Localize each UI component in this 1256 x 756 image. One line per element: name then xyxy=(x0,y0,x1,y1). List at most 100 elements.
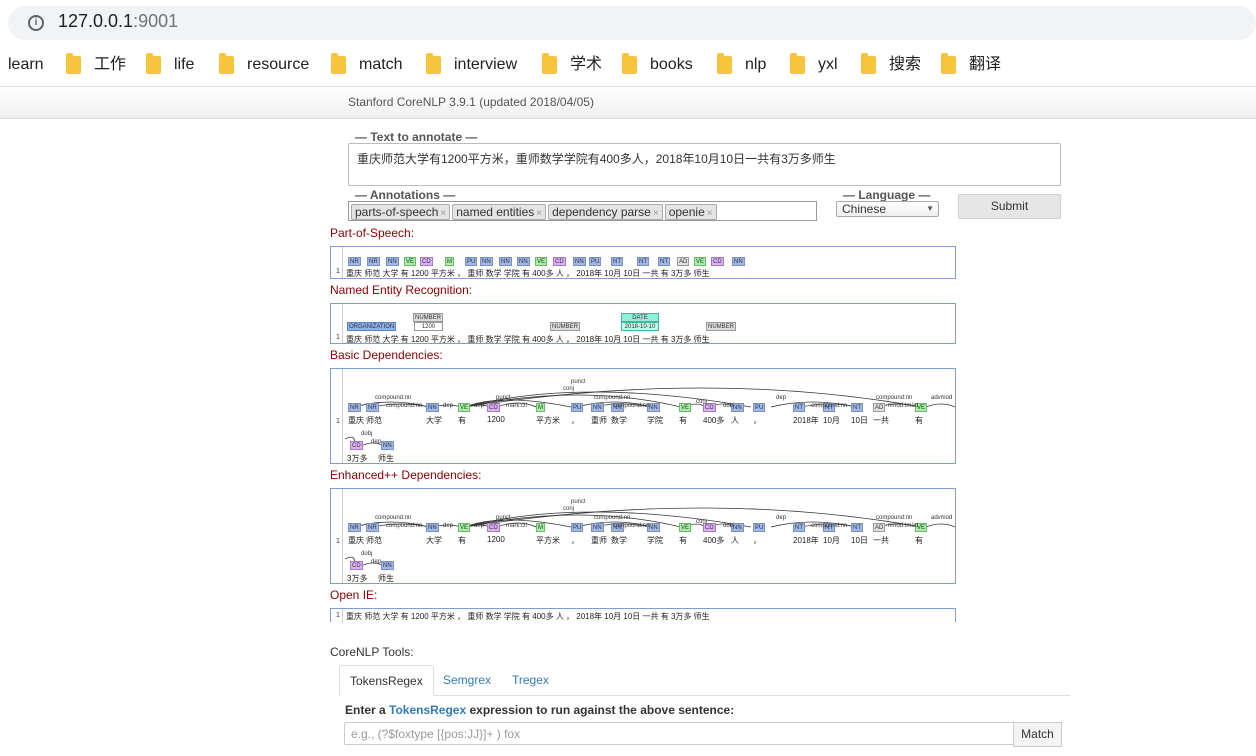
match-button[interactable]: Match xyxy=(1013,722,1062,747)
enhanced-deps-visualization: 1 NR 重庆 NR 师范 NN 大学 VE 有 CD 1200 M 平方米 PU， NN 重师 NN 数学 NN… xyxy=(330,488,956,584)
dep-tag: PU xyxy=(571,523,584,532)
dep-tag: NR xyxy=(366,403,379,412)
folder-icon xyxy=(331,53,346,74)
section-ner-title: Named Entity Recognition: xyxy=(330,283,473,297)
tab-tregex[interactable]: Tregex xyxy=(502,665,559,696)
remove-icon[interactable]: × xyxy=(536,208,542,219)
tokensregex-link[interactable]: TokensRegex xyxy=(389,703,466,717)
language-legend: — Language — xyxy=(843,188,931,202)
annotation-tag[interactable]: dependency parse × xyxy=(548,204,663,220)
submit-button[interactable]: Submit xyxy=(958,194,1061,219)
dep-token: 学院 xyxy=(647,416,663,425)
dep-tag: NN xyxy=(426,523,439,532)
dep-arc-label: conj xyxy=(696,399,708,405)
dep-token: 师生 xyxy=(378,454,394,463)
annotations-select[interactable]: parts-of-speech × named entities × dependenc… xyxy=(348,201,817,221)
section-openie-title: Open IE: xyxy=(330,588,378,602)
dep-arc-label: dobj xyxy=(723,403,735,409)
pos-tag: NT xyxy=(637,257,649,266)
pos-tag: VE xyxy=(535,257,548,266)
regex-query-input[interactable]: e.g., (?$foxtype [{pos:JJ}]+ ) fox xyxy=(344,722,1014,745)
info-icon[interactable]: i xyxy=(28,15,44,31)
bookmark-translate[interactable]: 翻译 xyxy=(969,55,1001,75)
dep-token: 学院 xyxy=(647,536,663,545)
pos-tag: NN xyxy=(480,257,493,266)
bookmark-match[interactable]: match xyxy=(359,55,403,75)
page-title: Stanford CoreNLP 3.9.1 (updated 2018/04/… xyxy=(348,95,594,109)
bookmark-books[interactable]: books xyxy=(650,55,693,75)
ner-organization: ORGANIZATION xyxy=(347,322,397,331)
dep-arc-label: punct xyxy=(496,395,511,401)
bookmark-interview[interactable]: interview xyxy=(454,55,517,75)
dep-tag: VE xyxy=(458,523,471,532)
folder-icon xyxy=(146,53,161,74)
text-to-annotate-input[interactable]: 重庆师范大学有1200平方米，重师数学学院有400多人，2018年10月10日一… xyxy=(348,143,1061,186)
dep-token: 一共 xyxy=(873,416,889,425)
ner-date-value: 2018-10-10 xyxy=(621,322,659,331)
dep-token: ， xyxy=(753,416,761,425)
bookmarks-bar: learn 工作 life resource match interview 学… xyxy=(0,44,1256,86)
dep-arc-label: nmod:tmod xyxy=(888,403,919,409)
remove-icon[interactable]: × xyxy=(707,208,713,219)
page-header: Stanford CoreNLP 3.9.1 (updated 2018/04/… xyxy=(0,86,1256,119)
dep-token: ， xyxy=(571,536,579,545)
dep-token: 10日 xyxy=(851,416,868,425)
dep-token: 有 xyxy=(679,416,687,425)
bookmark-work[interactable]: 工作 xyxy=(94,55,126,75)
remove-icon[interactable]: × xyxy=(653,208,659,219)
dep-tag: NT xyxy=(793,403,805,412)
annotation-tag[interactable]: openie × xyxy=(664,204,717,220)
pos-tag: VE xyxy=(404,257,417,266)
dep-token: 有 xyxy=(679,536,687,545)
dep-tag: NR xyxy=(348,403,361,412)
dep-arc-label: advmod xyxy=(931,395,953,401)
pos-tag: PU xyxy=(465,257,478,266)
dep-tag: CD xyxy=(350,561,363,570)
tab-tokensregex[interactable]: TokensRegex xyxy=(339,665,434,696)
pos-tag: VE xyxy=(694,257,707,266)
bookmark-search[interactable]: 搜索 xyxy=(889,55,921,75)
text-legend: — Text to annotate — xyxy=(355,130,478,144)
dep-token: 平方米 xyxy=(536,416,560,425)
dep-arc-label: compound:nn xyxy=(811,523,848,529)
language-select[interactable]: Chinese ▼ xyxy=(836,201,939,217)
folder-icon xyxy=(861,53,876,74)
dep-tag: M xyxy=(536,523,545,532)
dep-arc-label: compound:nn xyxy=(811,403,848,409)
dep-arc-label: dep xyxy=(474,403,485,409)
dep-arc-label: compound:nn xyxy=(613,403,650,409)
dep-arc-label: mark:clf xyxy=(506,523,527,529)
dep-token: 有 xyxy=(458,536,466,545)
pos-tag: AD xyxy=(677,257,690,266)
dep-token: 人 xyxy=(731,416,739,425)
dep-arc-label: advmod xyxy=(931,515,953,521)
dep-token: 重师 xyxy=(591,416,607,425)
dep-arc-label: compound:nn xyxy=(375,515,412,521)
bookmark-nlp[interactable]: nlp xyxy=(745,55,766,75)
dep-arc-label: compound:nn xyxy=(386,403,423,409)
section-basic-deps-title: Basic Dependencies: xyxy=(330,348,443,362)
pos-tag: CD xyxy=(711,257,724,266)
pos-tag: NR xyxy=(348,257,361,266)
bookmark-academic[interactable]: 学术 xyxy=(570,55,602,75)
address-field[interactable] xyxy=(8,6,1256,40)
dep-token: 人 xyxy=(731,536,739,545)
bookmark-life[interactable]: life xyxy=(174,55,194,75)
dep-token: 2018年 xyxy=(793,536,819,545)
bookmark-resource[interactable]: resource xyxy=(247,55,309,75)
dep-arc-label: compound:nn xyxy=(594,395,631,401)
dep-arc-label: compound:nn xyxy=(386,523,423,529)
pos-tag: CD xyxy=(553,257,566,266)
section-enhanced-deps-title: Enhanced++ Dependencies: xyxy=(330,468,482,482)
bookmark-learn[interactable]: learn xyxy=(8,55,44,75)
annotation-tag[interactable]: named entities × xyxy=(452,204,547,220)
remove-icon[interactable]: × xyxy=(440,208,446,219)
line-number-gutter: 1 xyxy=(331,247,343,278)
annotation-tag[interactable]: parts-of-speech × xyxy=(351,204,451,220)
url-text[interactable]: 127.0.0.1:9001 xyxy=(58,11,178,32)
tab-semgrex[interactable]: Semgrex xyxy=(433,665,501,696)
dep-token: 数学 xyxy=(611,536,627,545)
bookmark-yxl[interactable]: yxl xyxy=(818,55,838,75)
dep-tag: NN xyxy=(381,561,394,570)
line-number-gutter: 1 xyxy=(331,609,343,622)
